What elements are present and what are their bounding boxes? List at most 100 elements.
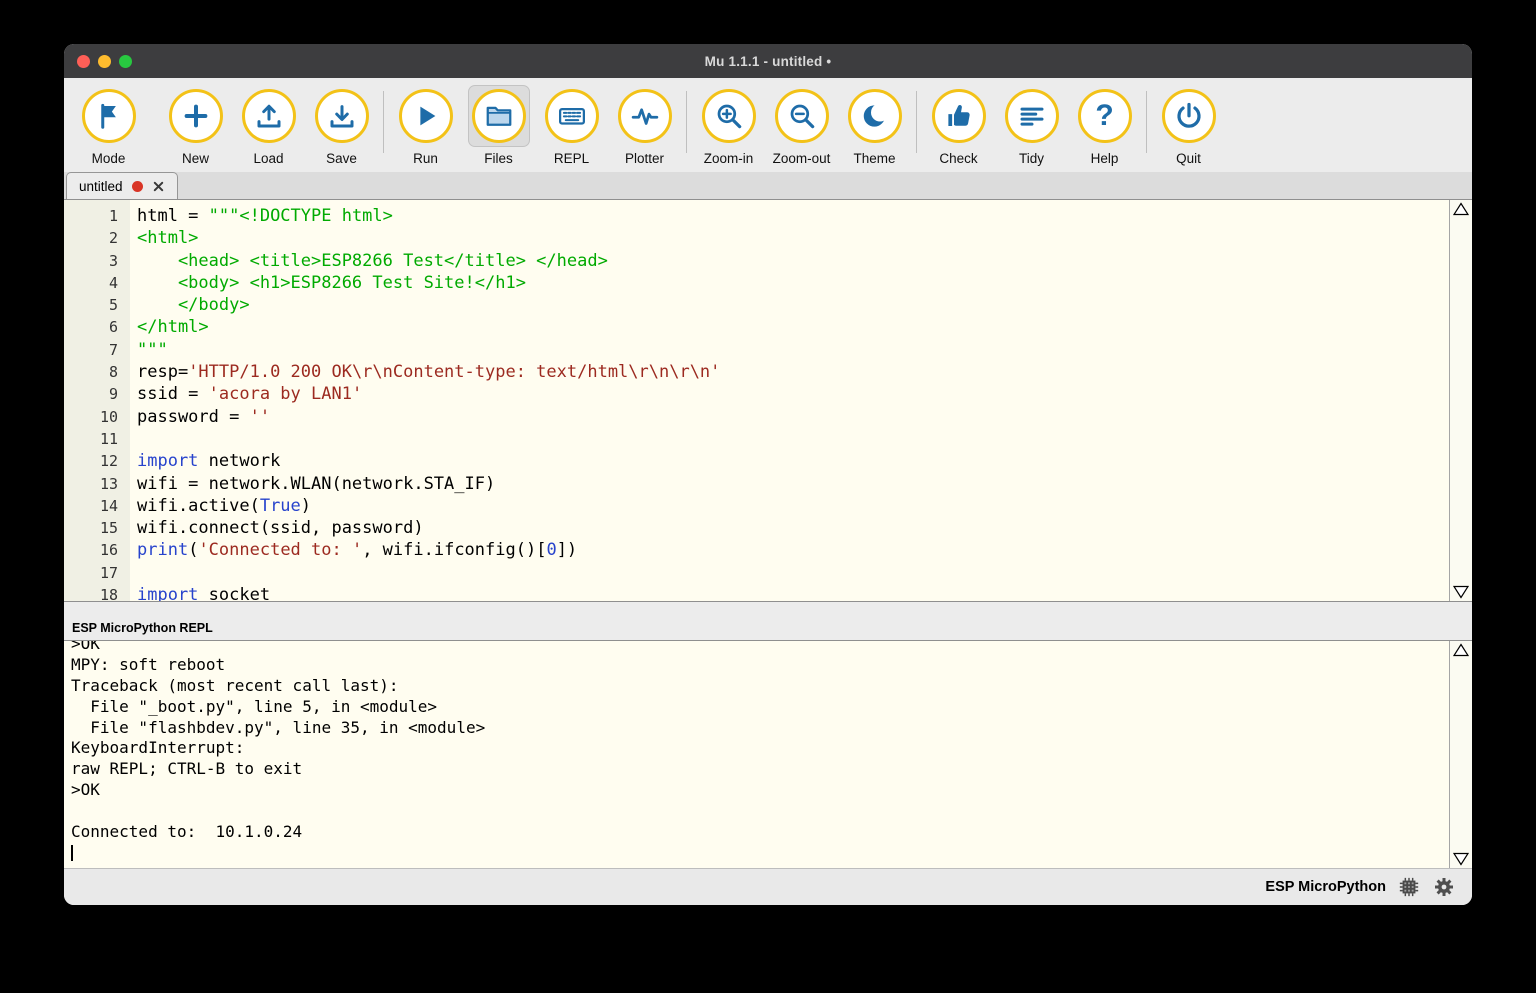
line-number: 5 <box>108 296 118 315</box>
code-line: print('Connected to: ', wifi.ifconfig()[… <box>137 539 1449 561</box>
save-button[interactable]: Save <box>305 85 378 166</box>
repl-line: File "flashbdev.py", line 35, in <module… <box>71 717 486 737</box>
chip-icon[interactable] <box>1398 876 1420 898</box>
code-token: 'Connected to: ' <box>198 540 363 561</box>
titlebar[interactable]: Mu 1.1.1 - untitled • <box>64 44 1472 78</box>
repl-scroll-down-icon[interactable] <box>1453 852 1469 866</box>
toolbar-button-label: Quit <box>1176 151 1201 166</box>
quit-button[interactable]: Quit <box>1152 85 1225 166</box>
line-number: 12 <box>99 452 118 471</box>
line-numbers: 1 2 3 4 5 6 7 8 9 10 11 12 13 14 15 16 17 18 <box>64 200 130 601</box>
code-token: <body> <h1>ESP8266 Test Site!</h1> <box>137 272 526 293</box>
toolbar-button-label: Check <box>939 151 978 166</box>
run-icon <box>398 89 453 143</box>
repl-scrollbar[interactable] <box>1449 641 1472 868</box>
editor-scroll-down-icon[interactable] <box>1453 585 1469 599</box>
save-icon <box>314 89 369 143</box>
code-token: </body> <box>137 295 250 316</box>
load-icon <box>241 89 296 143</box>
close-window-button[interactable] <box>77 54 90 68</box>
code-line: import socket <box>137 584 1449 601</box>
toolbar-icon-box <box>541 85 603 147</box>
repl-line <box>71 801 1449 822</box>
code-token: True <box>259 495 301 516</box>
code-line: html = """<!DOCTYPE html> <box>137 205 1449 227</box>
toolbar-icon-box <box>165 85 227 147</box>
toolbar-button-label: Tidy <box>1018 151 1044 166</box>
zoom-in-button[interactable]: Zoom-in <box>692 85 765 166</box>
code-line: wifi.active(True) <box>137 495 1449 517</box>
repl-title: ESP MicroPython REPL <box>72 621 213 635</box>
toolbar: Mode New Load Save Run Files REPL Plotter Zoom-i… <box>64 78 1472 172</box>
repl-icon <box>544 89 599 143</box>
new-button[interactable]: New <box>159 85 232 166</box>
line-number: 7 <box>108 340 118 359</box>
toolbar-icon-box <box>238 85 300 147</box>
run-button[interactable]: Run <box>389 85 462 166</box>
repl-line: MPY: soft reboot <box>71 654 226 674</box>
tab-label: untitled <box>79 178 123 194</box>
code-line: password = '' <box>137 406 1449 428</box>
zoom-out-button[interactable]: Zoom-out <box>765 85 838 166</box>
help-icon: ? <box>1077 89 1132 143</box>
code-token: ]) <box>556 540 578 561</box>
toolbar-icon-box: ? <box>1074 85 1136 147</box>
tidy-icon <box>1004 89 1059 143</box>
code-editor[interactable]: 1 2 3 4 5 6 7 8 9 10 11 12 13 14 15 16 17 18 html = """<!… <box>64 200 1472 602</box>
toolbar-icon-box <box>395 85 457 147</box>
toolbar-icon-box <box>928 85 990 147</box>
check-button[interactable]: Check <box>922 85 995 166</box>
line-number: 10 <box>99 407 118 426</box>
tidy-button[interactable]: Tidy <box>995 85 1068 166</box>
code-token: <html> <box>137 228 199 249</box>
gear-icon[interactable] <box>1432 875 1456 899</box>
files-button[interactable]: Files <box>462 85 535 166</box>
tab-untitled[interactable]: untitled <box>66 172 178 199</box>
editor-scrollbar[interactable] <box>1449 200 1472 601</box>
code-token: socket <box>198 585 271 601</box>
status-bar: ESP MicroPython <box>64 868 1472 905</box>
tab-close-icon[interactable] <box>152 180 165 193</box>
code-line: </body> <box>137 294 1449 316</box>
code-token: import <box>137 585 199 601</box>
zoom-out-icon <box>774 89 829 143</box>
repl-pane[interactable]: >OK MPY: soft reboot Traceback (most recen… <box>64 640 1472 868</box>
code-token: '' <box>249 406 271 427</box>
toolbar-icon-box <box>1158 85 1220 147</box>
code-token: html = <box>137 206 209 226</box>
minimize-window-button[interactable] <box>98 54 111 68</box>
toolbar-button-label: Help <box>1090 151 1119 166</box>
zoom-window-button[interactable] <box>119 54 132 68</box>
code-token: wifi.active( <box>137 495 260 516</box>
code-line: resp='HTTP/1.0 200 OK\r\nContent-type: t… <box>137 361 1449 383</box>
toolbar-button-label: Zoom-out <box>772 151 831 166</box>
code-token: wifi.connect(ssid, password) <box>137 518 424 539</box>
editor-scroll-up-icon[interactable] <box>1453 202 1469 216</box>
code-token: 'HTTP/1.0 200 OK\r\nContent-type: text/h… <box>188 362 721 383</box>
repl-output[interactable]: >OK MPY: soft reboot Traceback (most recen… <box>64 640 1449 868</box>
tab-bar: untitled <box>64 172 1472 200</box>
check-icon <box>931 89 986 143</box>
theme-button[interactable]: Theme <box>838 85 911 166</box>
toolbar-button-label: Files <box>484 151 513 166</box>
pane-splitter[interactable] <box>64 602 1472 616</box>
help-button[interactable]: ? Help <box>1068 85 1141 166</box>
mode-button[interactable]: Mode <box>72 85 145 166</box>
code-line: </html> <box>137 316 1449 338</box>
repl-button[interactable]: REPL <box>535 85 608 166</box>
code-token: """<!DOCTYPE html> <box>208 206 393 226</box>
code-token: 0 <box>546 540 557 561</box>
toolbar-separator <box>383 91 384 153</box>
plotter-button[interactable]: Plotter <box>608 85 681 166</box>
repl-line: >OK <box>71 640 100 653</box>
theme-icon <box>847 89 902 143</box>
plotter-icon <box>617 89 672 143</box>
load-button[interactable]: Load <box>232 85 305 166</box>
status-mode-label: ESP MicroPython <box>1265 879 1386 895</box>
code-token: wifi = network.WLAN(network.STA_IF) <box>137 473 496 494</box>
code-token: <head> <title>ESP8266 Test</title> </hea… <box>137 250 608 271</box>
code-token: print <box>137 540 189 561</box>
code-lines[interactable]: html = """<!DOCTYPE html> <html> <head> <… <box>130 200 1449 601</box>
line-number: 9 <box>108 385 118 404</box>
repl-scroll-up-icon[interactable] <box>1453 643 1469 657</box>
